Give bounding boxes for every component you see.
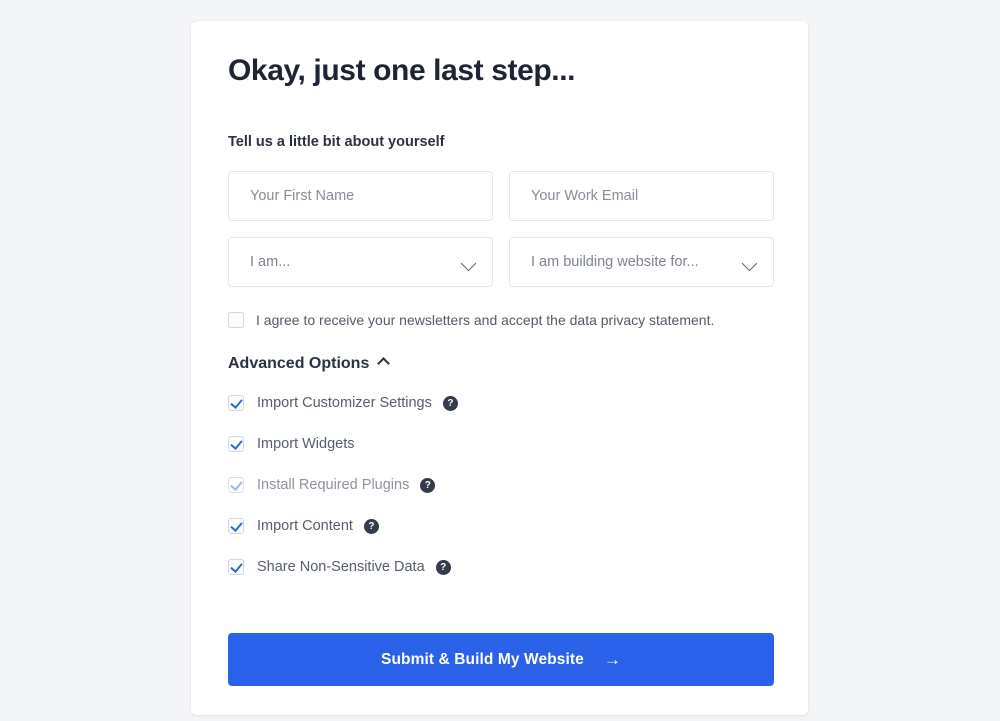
building-for-selected-value: I am building website for... — [531, 254, 699, 270]
page-root: Okay, just one last step... Tell us a li… — [0, 0, 1000, 721]
chevron-down-icon — [741, 255, 758, 272]
user-info-fields: Your First Name Your Work Email I am... … — [228, 152, 774, 287]
advanced-options-toggle[interactable]: Advanced Options — [228, 329, 391, 375]
newsletter-agree-label: I agree to receive your newsletters and … — [256, 312, 715, 328]
i-am-select[interactable]: I am... — [228, 237, 493, 287]
option-label: Share Non-Sensitive Data — [257, 559, 425, 575]
page-title: Okay, just one last step... — [228, 54, 576, 87]
option-label: Import Widgets — [257, 436, 355, 452]
first-name-placeholder: Your First Name — [250, 188, 355, 204]
option-label: Import Customizer Settings — [257, 395, 432, 411]
import-widgets-checkbox[interactable] — [228, 436, 244, 452]
i-am-selected-value: I am... — [250, 254, 291, 270]
newsletter-checkbox[interactable] — [228, 312, 244, 328]
help-icon[interactable]: ? — [363, 518, 379, 534]
onboarding-card: Okay, just one last step... Tell us a li… — [191, 21, 808, 715]
import-content-checkbox[interactable] — [228, 518, 244, 534]
submit-build-website-button[interactable]: Submit & Build My Website → — [228, 633, 774, 686]
option-row-install-required-plugins[interactable]: Install Required Plugins ? — [228, 474, 774, 496]
building-for-select[interactable]: I am building website for... — [509, 237, 774, 287]
help-icon[interactable]: ? — [420, 477, 436, 493]
chevron-down-icon — [460, 255, 477, 272]
option-row-import-widgets[interactable]: Import Widgets — [228, 433, 774, 455]
work-email-field[interactable]: Your Work Email — [509, 171, 774, 221]
share-non-sensitive-data-checkbox[interactable] — [228, 559, 244, 575]
newsletter-agree-row[interactable]: I agree to receive your newsletters and … — [228, 287, 774, 329]
submit-area: Submit & Build My Website → — [228, 597, 774, 686]
option-row-import-customizer-settings[interactable]: Import Customizer Settings ? — [228, 392, 774, 414]
advanced-options-list: Import Customizer Settings ? Import Widg… — [228, 375, 774, 578]
work-email-placeholder: Your Work Email — [531, 188, 639, 204]
card-content: Okay, just one last step... Tell us a li… — [228, 51, 774, 686]
install-required-plugins-checkbox — [228, 477, 244, 493]
option-label: Import Content — [257, 518, 353, 534]
import-customizer-settings-checkbox[interactable] — [228, 395, 244, 411]
chevron-up-icon — [377, 357, 391, 370]
arrow-right-icon: → — [603, 650, 621, 669]
form-subtitle: Tell us a little bit about yourself — [228, 134, 445, 150]
advanced-options-label: Advanced Options — [228, 355, 370, 372]
help-icon[interactable]: ? — [442, 395, 458, 411]
submit-button-label: Submit & Build My Website — [381, 650, 584, 668]
help-icon[interactable]: ? — [435, 559, 451, 575]
option-row-import-content[interactable]: Import Content ? — [228, 515, 774, 537]
option-label: Install Required Plugins — [257, 477, 410, 493]
option-row-share-non-sensitive-data[interactable]: Share Non-Sensitive Data ? — [228, 556, 774, 578]
first-name-field[interactable]: Your First Name — [228, 171, 493, 221]
